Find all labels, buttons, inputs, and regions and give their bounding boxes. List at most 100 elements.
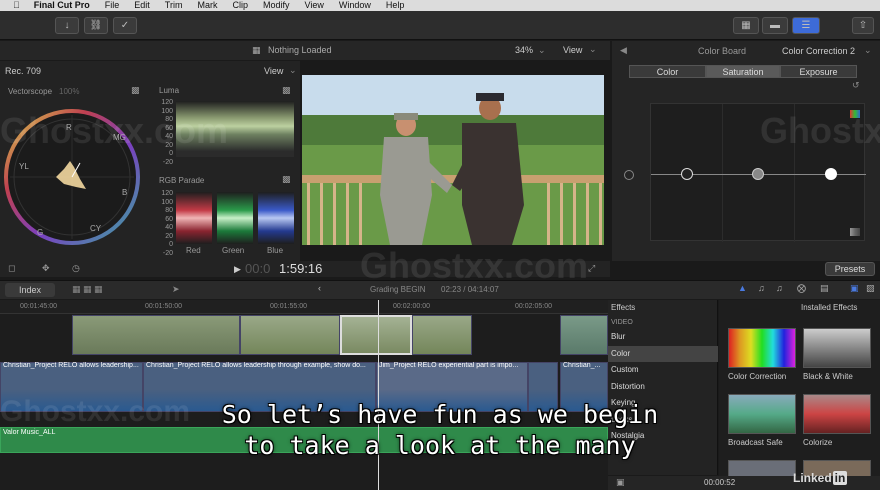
global-puck[interactable] (681, 168, 693, 180)
scope-settings-icon[interactable]: ▩ (131, 85, 140, 96)
watermark-text: Ghostxx.com (760, 110, 880, 151)
effects-category-custom[interactable]: Custom (608, 362, 718, 379)
timecode: 1:59:16 (279, 261, 323, 276)
clip-name: Jim_Project RELO experiential part is im… (379, 362, 519, 369)
menu-trim[interactable]: Trim (165, 0, 183, 11)
menu-window[interactable]: Window (339, 0, 371, 11)
highlights-puck[interactable] (825, 168, 837, 180)
clip-appearance-icon[interactable]: ▦ ▦ ▦ (72, 284, 103, 295)
sidebar-toggle-icon[interactable]: ▣ (616, 477, 625, 488)
headphones-icon[interactable]: ♫ (776, 283, 783, 293)
video-image (302, 75, 604, 245)
apple-icon[interactable]:  (13, 0, 20, 11)
tab-exposure[interactable]: Exposure (780, 65, 857, 78)
vector-mark-b: B (122, 188, 128, 197)
broll-clip[interactable] (560, 315, 608, 355)
zoom-level[interactable]: 34% (515, 45, 533, 55)
speed-icon[interactable]: ◷ (72, 263, 80, 274)
shadows-puck[interactable] (752, 168, 764, 180)
menu-clip[interactable]: Clip (232, 0, 248, 11)
snapping-icon[interactable]: ⨂ (797, 283, 806, 294)
back-icon[interactable]: ◀ (620, 45, 627, 56)
reset-icon[interactable]: ↺ (852, 80, 860, 91)
viewer-status: Nothing Loaded (268, 45, 332, 55)
timeline-ruler: 00:01:45:00 00:01:50:00 00:01:55:00 00:0… (0, 300, 608, 314)
black-white-thumb[interactable] (803, 328, 871, 368)
clip-name: Christian_Project RELO allows leadership… (3, 362, 139, 369)
linkedin-word: Linked (793, 471, 832, 485)
current-time: 00:00:52 (704, 478, 736, 487)
effects-category-distortion[interactable]: Distortion (608, 379, 718, 396)
linkedin-in: in (832, 471, 848, 485)
vectorscope-label: Vectorscope (8, 87, 53, 96)
pointer-tool-icon[interactable]: ➤ (172, 284, 180, 295)
color-correction-thumb[interactable] (728, 328, 796, 368)
luma-tick: -20 (162, 158, 173, 166)
correction-name[interactable]: Color Correction 2 (782, 46, 855, 56)
menu-app[interactable]: Final Cut Pro (34, 0, 90, 11)
luma-tick: 120 (161, 99, 173, 106)
timeline-view-button[interactable]: ▬ (762, 17, 788, 34)
share-button[interactable]: ⇧ (852, 17, 874, 34)
menu-modify[interactable]: Modify (263, 0, 290, 11)
menu-help[interactable]: Help (386, 0, 405, 11)
play-icon[interactable]: ▶ (234, 264, 241, 275)
analyze-button[interactable]: ✓ (113, 17, 137, 34)
film-icon[interactable]: ▤ (820, 283, 829, 294)
effects-category-header: VIDEO (611, 319, 633, 326)
menu-view[interactable]: View (304, 0, 323, 11)
broll-clip[interactable] (72, 315, 240, 355)
scopes-view-menu[interactable]: View (264, 66, 283, 76)
transitions-icon[interactable]: ▨ (866, 283, 875, 294)
tab-saturation[interactable]: Saturation (706, 65, 780, 78)
red-label: Red (186, 246, 201, 255)
effects-grid: Installed Effects Color Correction Black… (719, 300, 880, 490)
history-back-icon[interactable]: ‹ (318, 283, 321, 293)
clapper-icon: ▦ (252, 45, 261, 55)
subtitle-line-1: So let’s have fun as we begin (221, 400, 659, 429)
effects-browser-icon[interactable]: ▣ (850, 283, 859, 294)
clip-name: Christian_Project RELO allows leadership… (146, 362, 366, 369)
watermark-text: Ghostxx.com (0, 110, 229, 151)
tab-color[interactable]: Color (629, 65, 706, 78)
viewer-view-menu[interactable]: View (563, 45, 582, 55)
timecode-dim: 00:0 (245, 261, 271, 276)
transform-icon[interactable]: ✥ (42, 263, 50, 274)
library-view-button[interactable]: ▦ (733, 17, 759, 34)
color-space-label: Rec. 709 (5, 66, 42, 76)
fullscreen-icon[interactable]: ⤢ (588, 263, 595, 274)
menu-edit[interactable]: Edit (134, 0, 150, 11)
menu-file[interactable]: File (105, 0, 120, 11)
installed-effects-menu[interactable]: Installed Effects (801, 303, 857, 312)
effects-category-color[interactable]: Color (608, 345, 718, 362)
cursor-icon (624, 170, 634, 180)
audio-skimming-icon[interactable]: ♫ (758, 283, 765, 293)
chevron-down-icon[interactable]: ⌄ (864, 45, 872, 56)
skimming-icon[interactable]: ▲ (738, 283, 747, 293)
rgb-tick: 60 (165, 215, 173, 223)
presets-button[interactable]: Presets (825, 262, 875, 276)
scope-settings-icon[interactable]: ▩ (282, 174, 291, 185)
rgb-tick: 0 (169, 241, 173, 248)
chevron-down-icon[interactable]: ⌄ (289, 65, 297, 76)
rgb-scale: 120 100 80 60 40 20 0 -20 (157, 190, 173, 258)
chevron-down-icon[interactable]: ⌄ (589, 44, 597, 55)
menu-mark[interactable]: Mark (197, 0, 217, 11)
broll-clip[interactable] (240, 315, 340, 355)
color-correction-label: Color Correction (728, 372, 787, 381)
crop-icon[interactable]: ◻ (8, 263, 15, 274)
vector-mark-cy: CY (90, 224, 102, 233)
ruler-tick: 00:02:00:00 (393, 303, 430, 310)
broll-clip[interactable] (412, 315, 472, 355)
chevron-down-icon[interactable]: ⌄ (538, 45, 546, 56)
playhead[interactable] (378, 300, 379, 490)
rgb-tick: 100 (161, 198, 173, 206)
index-button[interactable]: Index (5, 283, 55, 297)
broll-clip-selected[interactable] (340, 315, 412, 355)
import-button[interactable]: ↓ (55, 17, 79, 34)
effects-category-blur[interactable]: Blur (608, 329, 718, 346)
inspector-view-button[interactable]: ☰ (792, 17, 820, 34)
scope-settings-icon[interactable]: ▩ (282, 85, 291, 96)
watermark-text: Ghostxx.com (360, 245, 589, 286)
keyword-button[interactable]: ⛓ (84, 17, 108, 34)
